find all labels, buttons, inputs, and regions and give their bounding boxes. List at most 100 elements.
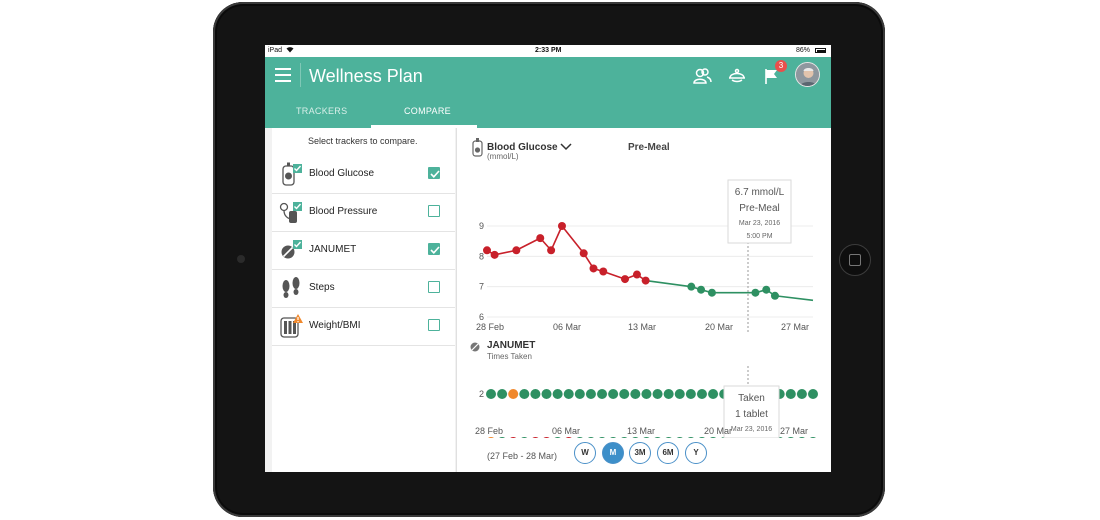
glucose-data-point xyxy=(490,250,499,259)
glucose-data-point xyxy=(599,267,608,276)
janumet-x-tick: 20 Mar xyxy=(704,426,732,436)
user-avatar[interactable] xyxy=(795,62,820,87)
glucose-x-tick: 27 Mar xyxy=(781,322,809,332)
period-button-year[interactable]: Y xyxy=(685,442,707,464)
janumet-dose-point xyxy=(574,389,585,399)
janumet-x-axis: 28 Feb 06 Mar 13 Mar 20 Mar 27 Mar xyxy=(475,426,808,436)
glucose-data-point xyxy=(589,264,598,273)
glucose-data-point xyxy=(512,246,521,255)
glucose-tooltip-value: 6.7 mmol/L xyxy=(735,187,785,198)
status-time: 2:33 PM xyxy=(535,47,562,54)
glucose-y-tick: 7 xyxy=(479,282,484,292)
footsteps-icon xyxy=(278,275,304,301)
janumet-dose-point xyxy=(696,389,707,399)
glucose-line-segment xyxy=(515,237,541,251)
glucose-data-point xyxy=(547,246,556,255)
tracker-label-blood-pressure: Blood Pressure xyxy=(309,206,378,217)
janumet-dose-point xyxy=(486,389,496,399)
janumet-dose-point xyxy=(508,389,519,399)
glucose-data-point xyxy=(687,282,696,291)
chevron-down-icon[interactable] xyxy=(560,143,572,151)
app-screen: iPad 2:33 PM 86% Wellness Plan 3 TRACKER… xyxy=(265,45,831,472)
glucose-data-point xyxy=(483,246,491,255)
compare-charts[interactable]: Blood Glucose (mmol/L) Pre-Meal 987628 F… xyxy=(457,128,831,438)
janumet-chart-subtitle: Times Taken xyxy=(487,352,532,361)
notification-badge: 3 xyxy=(775,60,787,72)
home-button[interactable] xyxy=(839,244,871,276)
janumet-dose-point xyxy=(808,389,818,399)
janumet-dose-point xyxy=(530,389,541,399)
appbar-divider xyxy=(300,63,301,87)
battery-icon xyxy=(815,48,826,53)
tab-compare[interactable]: COMPARE xyxy=(404,106,451,116)
janumet-dose-point xyxy=(663,389,674,399)
janumet-dose-point xyxy=(619,389,630,399)
glucose-x-tick: 13 Mar xyxy=(628,322,656,332)
janumet-y-tick: 2 xyxy=(479,389,484,399)
glucose-line-segment xyxy=(561,225,585,254)
glucose-data-point xyxy=(770,291,779,300)
glucose-tooltip-time: 5:00 PM xyxy=(746,233,772,240)
compare-panel: Blood Glucose (mmol/L) Pre-Meal 9 8 7 6 28 F… xyxy=(456,128,831,472)
date-range-label: (27 Feb - 28 Mar) xyxy=(487,451,558,461)
checkbox-blood-glucose[interactable] xyxy=(428,167,440,179)
battery-percent: 86% xyxy=(796,47,811,54)
wifi-icon xyxy=(286,46,294,55)
janumet-tooltip-title: Taken xyxy=(738,393,765,404)
janumet-dose-point xyxy=(597,389,608,399)
scale-icon xyxy=(278,313,304,339)
janumet-dose-point xyxy=(796,389,807,399)
glucose-chart-subtitle: Pre-Meal xyxy=(628,142,670,153)
tracker-label-janumet: JANUMET xyxy=(309,244,357,255)
janumet-dose-point xyxy=(630,389,641,399)
tracker-row-steps[interactable]: Steps xyxy=(272,269,455,308)
glucose-line-segment xyxy=(645,279,692,288)
janumet-dose-point xyxy=(608,389,619,399)
checkbox-blood-pressure[interactable] xyxy=(428,205,440,217)
tracker-row-janumet[interactable]: JANUMET xyxy=(272,231,455,270)
health-coach-icon[interactable] xyxy=(727,66,747,86)
tab-trackers[interactable]: TRACKERS xyxy=(296,106,347,116)
blood-glucose-icon xyxy=(472,138,483,157)
janumet-pill-icon xyxy=(470,342,480,352)
tracker-row-blood-pressure[interactable]: Blood Pressure xyxy=(272,193,455,232)
tracker-row-weight-bmi[interactable]: Weight/BMI xyxy=(272,307,455,346)
checkbox-janumet[interactable] xyxy=(428,243,440,255)
glucose-tooltip-date: Mar 23, 2016 xyxy=(739,220,780,227)
glucose-data-point xyxy=(697,285,706,294)
janumet-dose-point xyxy=(552,389,563,399)
janumet-x-tick: 27 Mar xyxy=(780,426,808,436)
glucose-tooltip-label: Pre-Meal xyxy=(739,203,780,214)
tracker-selection-panel: Select trackers to compare. Blood Glucos… xyxy=(272,128,455,472)
janumet-dose-point xyxy=(497,389,508,399)
period-button-week[interactable]: W xyxy=(574,442,596,464)
janumet-dose-point xyxy=(785,389,796,399)
tracker-label-blood-glucose: Blood Glucose xyxy=(309,168,375,179)
glucose-data-point xyxy=(641,276,650,285)
care-team-icon[interactable] xyxy=(692,66,712,86)
glucose-y-tick: 9 xyxy=(479,221,484,231)
pill-icon xyxy=(278,237,304,263)
glucose-y-tick: 6 xyxy=(479,312,484,322)
checkbox-weight-bmi[interactable] xyxy=(428,319,440,331)
glucose-meter-icon xyxy=(278,161,304,187)
janumet-dose-point xyxy=(652,389,663,399)
janumet-dose-point xyxy=(674,389,685,399)
glucose-data-point xyxy=(557,222,566,230)
period-button-3-months[interactable]: 3M xyxy=(629,442,651,464)
janumet-x-tick: 13 Mar xyxy=(627,426,655,436)
period-button-6-months[interactable]: 6M xyxy=(657,442,679,464)
glucose-data-point xyxy=(751,288,760,297)
hamburger-menu-icon[interactable] xyxy=(275,68,291,82)
checkbox-steps[interactable] xyxy=(428,281,440,293)
tracker-label-weight-bmi: Weight/BMI xyxy=(309,320,361,331)
glucose-data-point xyxy=(579,249,588,258)
glucose-chart-units: (mmol/L) xyxy=(487,152,519,161)
tracker-row-blood-glucose[interactable]: Blood Glucose xyxy=(272,155,455,194)
glucose-x-tick: 28 Feb xyxy=(476,322,504,332)
period-button-month[interactable]: M xyxy=(602,442,624,464)
janumet-dose-point xyxy=(519,389,530,399)
janumet-dose-point xyxy=(563,389,574,399)
tab-bar: TRACKERS COMPARE xyxy=(265,94,831,128)
janumet-dose-point xyxy=(685,389,696,399)
